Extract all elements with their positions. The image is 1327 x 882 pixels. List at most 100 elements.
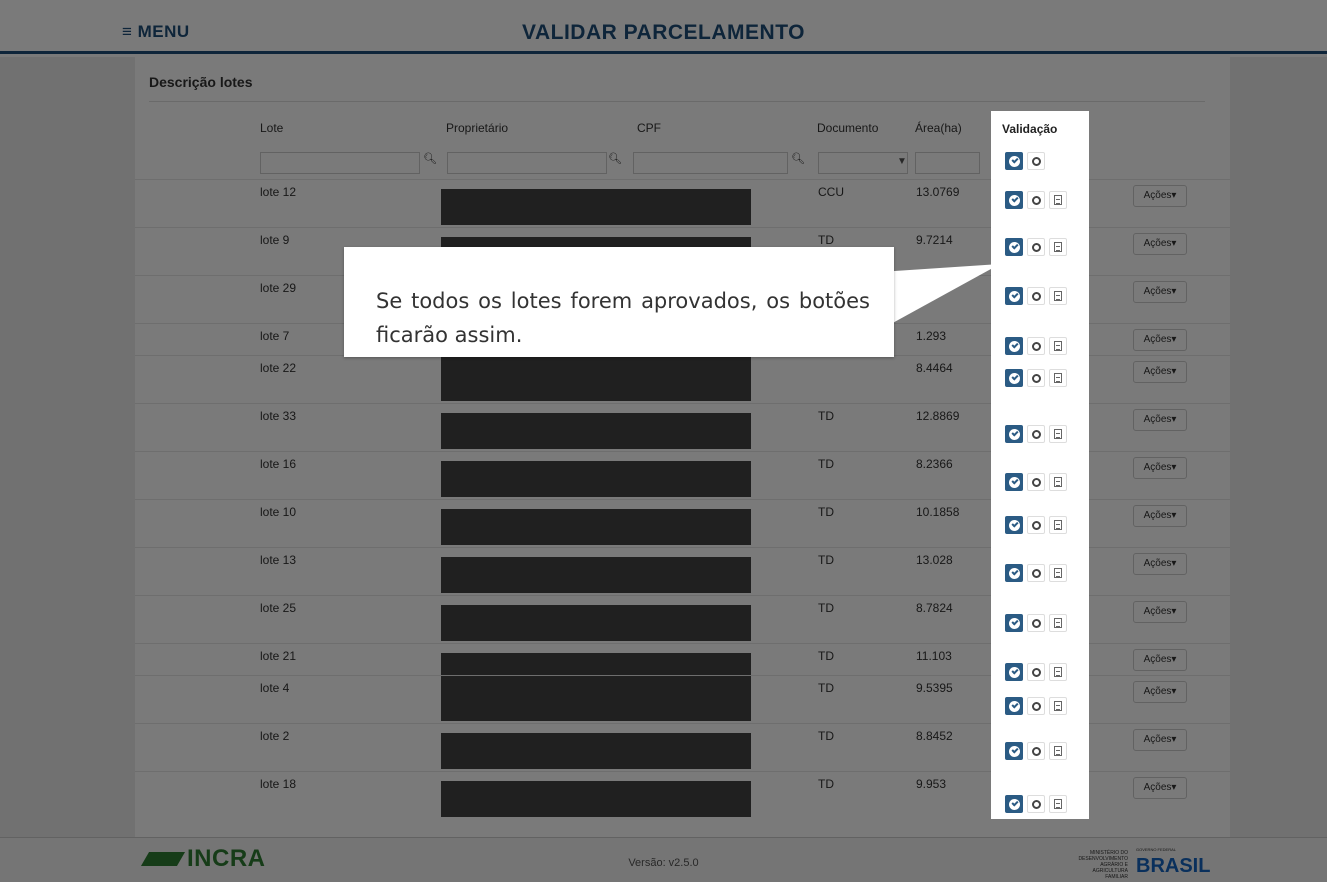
reject-circle-icon[interactable] <box>1027 287 1045 305</box>
column-header-proprietario[interactable]: Proprietário <box>446 121 508 135</box>
reject-circle-icon[interactable] <box>1027 425 1045 443</box>
document-icon[interactable] <box>1049 742 1067 760</box>
reject-circle-icon[interactable] <box>1027 614 1045 632</box>
reject-circle-icon[interactable] <box>1027 564 1045 582</box>
acoes-dropdown-button[interactable]: Ações▾ <box>1133 329 1187 351</box>
acoes-dropdown-button[interactable]: Ações▾ <box>1133 361 1187 383</box>
search-icon[interactable]: 🔍︎ <box>608 152 622 165</box>
documento-cell: TD <box>818 409 834 423</box>
approve-check-icon[interactable] <box>1005 191 1023 209</box>
validation-button-group <box>1005 287 1067 305</box>
acoes-dropdown-button[interactable]: Ações▾ <box>1133 457 1187 479</box>
reject-circle-icon[interactable] <box>1027 742 1045 760</box>
lote-cell: lote 7 <box>260 329 290 343</box>
reject-circle-icon[interactable] <box>1027 238 1045 256</box>
area-cell: 12.8869 <box>916 409 960 423</box>
acoes-dropdown-button[interactable]: Ações▾ <box>1133 649 1187 671</box>
document-icon[interactable] <box>1049 369 1067 387</box>
acoes-dropdown-button[interactable]: Ações▾ <box>1133 729 1187 751</box>
approve-check-icon[interactable] <box>1005 516 1023 534</box>
reject-circle-icon[interactable] <box>1027 697 1045 715</box>
lote-cell: lote 13 <box>260 553 297 567</box>
approve-check-icon[interactable] <box>1005 287 1023 305</box>
approve-check-icon[interactable] <box>1005 152 1023 170</box>
column-header-area[interactable]: Área(ha) <box>915 121 962 135</box>
documento-filter-select[interactable] <box>818 152 908 174</box>
reject-circle-icon[interactable] <box>1027 473 1045 491</box>
reject-circle-icon[interactable] <box>1027 795 1045 813</box>
chevron-down-icon: ▼ <box>897 156 907 167</box>
document-icon[interactable] <box>1049 663 1067 681</box>
document-icon[interactable] <box>1049 697 1067 715</box>
redacted-owner-info <box>441 557 751 593</box>
validation-button-group <box>1005 697 1067 715</box>
approve-check-icon[interactable] <box>1005 564 1023 582</box>
area-cell: 13.0769 <box>916 185 960 199</box>
acoes-dropdown-button[interactable]: Ações▾ <box>1133 233 1187 255</box>
document-icon[interactable] <box>1049 238 1067 256</box>
lote-filter-input[interactable] <box>260 152 420 174</box>
lote-cell: lote 21 <box>260 649 297 663</box>
lote-cell: lote 33 <box>260 409 297 423</box>
column-header-lote[interactable]: Lote <box>260 121 283 135</box>
search-icon[interactable]: 🔍︎ <box>423 152 437 165</box>
reject-circle-icon[interactable] <box>1027 369 1045 387</box>
validation-button-group <box>1005 473 1067 491</box>
validation-button-group <box>1005 564 1067 582</box>
acoes-dropdown-button[interactable]: Ações▾ <box>1133 281 1187 303</box>
approve-check-icon[interactable] <box>1005 614 1023 632</box>
area-cell: 8.4464 <box>916 361 953 375</box>
acoes-dropdown-button[interactable]: Ações▾ <box>1133 553 1187 575</box>
page-title: VALIDAR PARCELAMENTO <box>522 21 805 44</box>
document-icon[interactable] <box>1049 337 1067 355</box>
approve-check-icon[interactable] <box>1005 795 1023 813</box>
approve-check-icon[interactable] <box>1005 425 1023 443</box>
reject-circle-icon[interactable] <box>1027 516 1045 534</box>
search-icon[interactable]: 🔍︎ <box>791 152 805 165</box>
approve-check-icon[interactable] <box>1005 238 1023 256</box>
area-filter-input[interactable] <box>915 152 980 174</box>
acoes-dropdown-button[interactable]: Ações▾ <box>1133 601 1187 623</box>
area-cell: 8.7824 <box>916 601 953 615</box>
reject-circle-icon[interactable] <box>1027 337 1045 355</box>
approve-check-icon[interactable] <box>1005 337 1023 355</box>
area-cell: 10.1858 <box>916 505 960 519</box>
acoes-dropdown-button[interactable]: Ações▾ <box>1133 777 1187 799</box>
documento-cell: TD <box>818 729 834 743</box>
document-icon[interactable] <box>1049 795 1067 813</box>
acoes-dropdown-button[interactable]: Ações▾ <box>1133 185 1187 207</box>
reject-circle-icon[interactable] <box>1027 152 1045 170</box>
approve-check-icon[interactable] <box>1005 663 1023 681</box>
acoes-dropdown-button[interactable]: Ações▾ <box>1133 409 1187 431</box>
document-icon[interactable] <box>1049 191 1067 209</box>
document-icon[interactable] <box>1049 287 1067 305</box>
lote-cell: lote 18 <box>260 777 297 791</box>
lote-cell: lote 9 <box>260 233 290 247</box>
reject-circle-icon[interactable] <box>1027 191 1045 209</box>
cpf-filter-input[interactable] <box>633 152 788 174</box>
lote-cell: lote 25 <box>260 601 297 615</box>
approve-check-icon[interactable] <box>1005 473 1023 491</box>
approve-check-icon[interactable] <box>1005 742 1023 760</box>
acoes-dropdown-button[interactable]: Ações▾ <box>1133 681 1187 703</box>
column-header-documento[interactable]: Documento <box>817 121 878 135</box>
right-gutter <box>1230 57 1327 837</box>
lote-cell: lote 2 <box>260 729 290 743</box>
column-header-cpf[interactable]: CPF <box>637 121 661 135</box>
validation-button-group <box>1005 238 1067 256</box>
document-icon[interactable] <box>1049 564 1067 582</box>
document-icon[interactable] <box>1049 614 1067 632</box>
document-icon[interactable] <box>1049 516 1067 534</box>
proprietario-filter-input[interactable] <box>447 152 607 174</box>
redacted-owner-info <box>441 189 751 225</box>
documento-cell: TD <box>818 457 834 471</box>
governo-federal-text: GOVERNO FEDERAL <box>1136 847 1177 852</box>
approve-check-icon[interactable] <box>1005 697 1023 715</box>
documento-cell: CCU <box>818 185 844 199</box>
acoes-dropdown-button[interactable]: Ações▾ <box>1133 505 1187 527</box>
documento-cell: TD <box>818 601 834 615</box>
reject-circle-icon[interactable] <box>1027 663 1045 681</box>
approve-check-icon[interactable] <box>1005 369 1023 387</box>
document-icon[interactable] <box>1049 473 1067 491</box>
document-icon[interactable] <box>1049 425 1067 443</box>
